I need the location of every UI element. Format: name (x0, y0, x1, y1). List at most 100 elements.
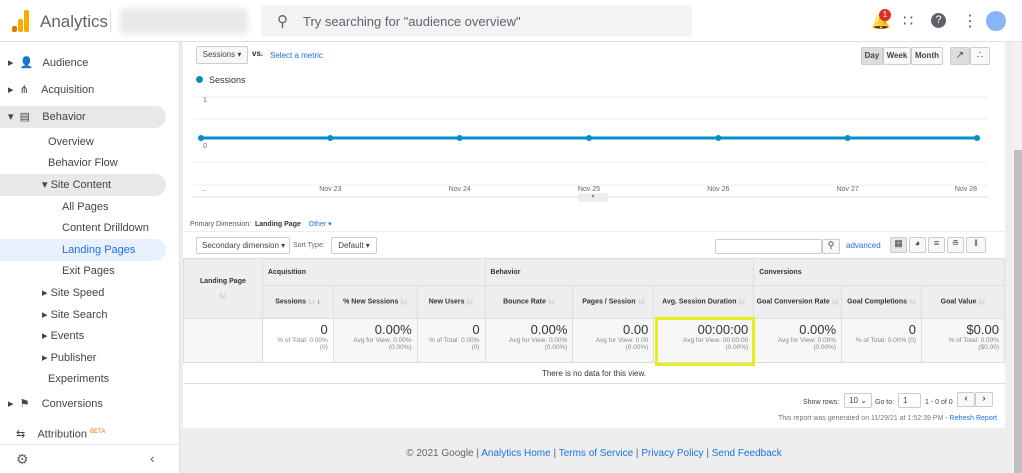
more-icon[interactable]: ⋮ (962, 11, 978, 31)
column-header-new-sessions[interactable]: % New Sessions ? (332, 285, 418, 319)
table-view-icon[interactable]: ▦ (890, 237, 907, 253)
send-feedback-link[interactable]: Send Feedback (712, 448, 782, 459)
period-day-button[interactable]: Day (861, 47, 883, 65)
pivot-view-icon[interactable]: ‖ (966, 237, 986, 253)
chart-collapse-handle[interactable]: ▾ (578, 193, 608, 202)
help-icon[interactable]: ? (547, 298, 555, 306)
performance-view-icon[interactable]: ≡ (928, 237, 945, 253)
prev-page-button[interactable]: ‹ (957, 392, 975, 407)
legend-dot (196, 76, 203, 83)
total-goal-conversion-rate: 0.00% Avg for View: 0.00% (0.00%) (753, 318, 843, 363)
y-tick-label: 1 (203, 97, 207, 104)
help-icon[interactable]: ? (738, 298, 746, 306)
data-point[interactable] (715, 135, 722, 141)
total-goal-completions: 0% of Total: 0.00% (0) (841, 318, 922, 363)
total-new-sessions: 0.00% Avg for View: 0.00% (0.00%) (332, 318, 418, 363)
group-conversions: Conversions (753, 258, 1005, 286)
data-point[interactable] (456, 135, 463, 141)
comparison-view-icon[interactable]: ≘ (947, 237, 964, 253)
sidebar-item-all-pages[interactable]: All Pages (0, 196, 166, 218)
refresh-report-link[interactable]: Refresh Report (950, 415, 997, 422)
sessions-line-chart: 1 0... Nov 23 Nov 24 Nov 25 Nov 26 Nov 27 Nov 2… (193, 96, 988, 198)
table-filter-input[interactable] (715, 239, 822, 254)
landing-page-header[interactable]: Landing Page? (183, 258, 263, 319)
terms-link[interactable]: Terms of Service (559, 448, 633, 459)
help-icon[interactable]: ? (831, 298, 839, 306)
pie-view-icon[interactable]: ◕ (909, 237, 926, 253)
sidebar-item-site-speed[interactable]: ▸ Site Speed (0, 282, 166, 304)
show-rows-select[interactable]: 10 ⌄ (844, 393, 872, 408)
column-label: New Users (428, 298, 465, 306)
sidebar-item-site-content[interactable]: ▾ Site Content (0, 174, 166, 196)
sidebar-item-label: Events (50, 330, 85, 342)
secondary-dimension-select[interactable]: Secondary dimension ▾ (196, 237, 290, 254)
report-panel: Sessions ▾ vs. Select a metric Day Week … (183, 42, 1005, 428)
help-icon[interactable]: ? (466, 298, 474, 306)
sidebar-item-events[interactable]: ▸ Events (0, 325, 166, 347)
motion-chart-icon[interactable]: ∴ (970, 47, 990, 65)
column-header-goal-value[interactable]: Goal Value ? (921, 285, 1005, 319)
sidebar-item-experiments[interactable]: Experiments (0, 368, 166, 390)
help-icon[interactable]: ? (307, 298, 315, 306)
column-header-sessions[interactable]: Sessions ? ↓ (261, 285, 334, 319)
collapse-chevron-icon[interactable]: ‹ (150, 450, 155, 466)
advanced-filter-link[interactable]: advanced (846, 241, 881, 250)
analytics-home-link[interactable]: Analytics Home (481, 448, 550, 459)
search-input[interactable]: ⚲ Try searching for "audience overview" (261, 5, 692, 37)
help-icon[interactable]: ? (931, 13, 946, 28)
sidebar-item-overview[interactable]: Overview (0, 131, 166, 153)
sidebar-item-label: Site Search (50, 309, 108, 321)
sidebar-item-content-drilldown[interactable]: Content Drilldown (0, 217, 166, 239)
goto-input[interactable]: 1 (898, 393, 921, 408)
generated-text: This report was generated on 11/29/21 at… (778, 415, 950, 422)
sort-type-select[interactable]: Default ▾ (331, 237, 377, 254)
sidebar-item-label: Site Content (50, 179, 112, 191)
other-dimension-link[interactable]: Other ▾ (309, 221, 332, 228)
column-label: Sessions (275, 298, 306, 306)
select-metric-link[interactable]: Select a metric (270, 51, 323, 60)
column-label: Goal Completions (847, 298, 908, 306)
apps-icon[interactable]: ∷ (903, 11, 913, 31)
total-sessions: 0% of Total: 0.00% (0) (261, 318, 334, 363)
sort-arrow-icon: ↓ (316, 298, 321, 306)
avatar[interactable] (986, 11, 1006, 31)
data-point[interactable] (844, 135, 851, 141)
next-page-button[interactable]: › (975, 392, 993, 407)
data-point[interactable] (198, 135, 204, 141)
settings-gear-icon[interactable]: ⚙ (16, 451, 29, 468)
help-icon[interactable]: ? (908, 298, 916, 306)
column-header-avg-session-duration[interactable]: Avg. Session Duration ? (653, 285, 755, 319)
privacy-link[interactable]: Privacy Policy (641, 448, 703, 459)
highlight-box (655, 317, 755, 366)
sidebar-item-behavior-flow[interactable]: Behavior Flow (0, 152, 166, 174)
column-header-goal-conversion-rate[interactable]: Goal Conversion Rate ? (753, 285, 843, 319)
data-point[interactable] (974, 135, 980, 141)
total-pages-session: 0.00 Avg for View: 0.00 (0.00%) (572, 318, 655, 363)
help-icon[interactable]: ? (637, 298, 645, 306)
account-selector[interactable] (120, 8, 248, 34)
line-chart-icon[interactable]: ↗ (950, 47, 970, 65)
primary-dimension-value[interactable]: Landing Page (255, 221, 301, 228)
data-point[interactable] (327, 135, 334, 141)
help-icon[interactable]: ? (978, 298, 986, 306)
column-header-goal-completions[interactable]: Goal Completions ? (841, 285, 922, 319)
sidebar-item-site-search[interactable]: ▸ Site Search (0, 304, 166, 326)
sidebar-item-audience[interactable]: ▸ 👤 Audience (0, 52, 166, 74)
scrollbar-thumb[interactable] (1014, 150, 1022, 473)
metric-select[interactable]: Sessions ▾ (196, 46, 248, 64)
sidebar-item-acquisition[interactable]: ▸ ⋔ Acquisition (0, 79, 166, 101)
sidebar-item-landing-pages[interactable]: Landing Pages (0, 239, 166, 261)
period-week-button[interactable]: Week (883, 47, 911, 65)
period-month-button[interactable]: Month (911, 47, 943, 65)
sidebar-item-conversions[interactable]: ▸ ⚑ Conversions (0, 393, 166, 415)
sidebar-item-behavior[interactable]: ▾ ▤ Behavior (0, 106, 166, 128)
column-header-bounce-rate[interactable]: Bounce Rate ? (484, 285, 574, 319)
column-header-pages-session[interactable]: Pages / Session ? (572, 285, 655, 319)
help-icon[interactable]: ? (400, 298, 408, 306)
column-header-new-users[interactable]: New Users ? (416, 285, 486, 319)
sidebar-item-exit-pages[interactable]: Exit Pages (0, 260, 166, 282)
data-point[interactable] (586, 135, 592, 141)
filter-search-icon[interactable]: ⚲ (822, 239, 840, 254)
sidebar-item-publisher[interactable]: ▸ Publisher (0, 347, 166, 369)
sidebar-item-attribution[interactable]: ⇆ Attribution BETA (0, 421, 166, 443)
